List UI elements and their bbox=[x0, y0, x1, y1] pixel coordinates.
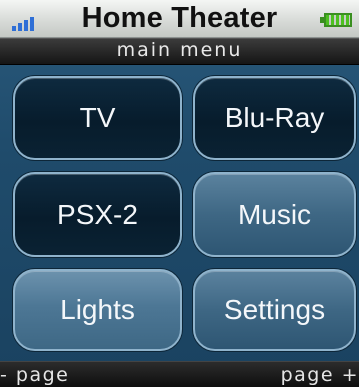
tv-button[interactable]: TV bbox=[13, 76, 182, 160]
home-theater-screen: Home Theater main menu TV Blu-Ray PSX-2 … bbox=[0, 0, 359, 387]
battery-icon bbox=[320, 13, 354, 27]
status-bar: Home Theater bbox=[0, 0, 359, 38]
lights-button[interactable]: Lights bbox=[13, 269, 182, 351]
blu-ray-button[interactable]: Blu-Ray bbox=[193, 76, 356, 160]
music-button[interactable]: Music bbox=[193, 172, 356, 257]
menu-header-label: main menu bbox=[116, 39, 243, 61]
previous-page-softkey[interactable]: - page bbox=[0, 362, 69, 387]
psx-2-button[interactable]: PSX-2 bbox=[13, 172, 182, 257]
menu-header: main menu bbox=[0, 38, 359, 65]
settings-button[interactable]: Settings bbox=[193, 269, 356, 351]
bottom-softkey-bar: - page page + bbox=[0, 361, 359, 387]
next-page-softkey[interactable]: page + bbox=[281, 362, 359, 387]
app-title: Home Theater bbox=[81, 2, 278, 34]
